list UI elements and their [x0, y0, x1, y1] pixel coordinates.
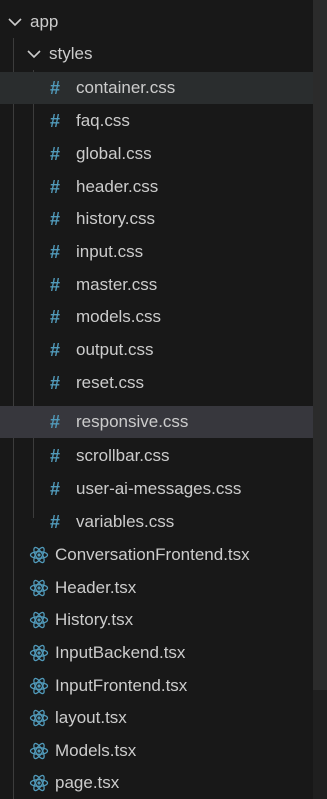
- file-label: Header.tsx: [55, 578, 137, 597]
- file-item-responsive-css[interactable]: # responsive.css: [0, 406, 313, 438]
- folder-label-styles: styles: [49, 44, 93, 63]
- file-label: page.tsx: [55, 773, 120, 792]
- react-icon: [29, 676, 49, 696]
- file-item-output-css[interactable]: # output.css: [0, 334, 313, 366]
- file-item-conversationfrontend-tsx[interactable]: ConversationFrontend.tsx: [0, 539, 313, 571]
- file-label: history.css: [76, 209, 156, 228]
- file-item-faq-css[interactable]: # faq.css: [0, 105, 313, 137]
- file-label: output.css: [76, 340, 154, 359]
- file-label: scrollbar.css: [76, 446, 170, 465]
- scrollbar-thumb[interactable]: [313, 0, 327, 690]
- chevron-down-icon: [25, 45, 43, 63]
- react-icon: [29, 708, 49, 728]
- file-item-user-ai-messages-css[interactable]: # user-ai-messages.css: [0, 473, 313, 505]
- folder-label-app: app: [30, 12, 59, 31]
- file-item-input-css[interactable]: # input.css: [0, 236, 313, 268]
- file-label: header.css: [76, 177, 159, 196]
- file-label: layout.tsx: [55, 708, 127, 727]
- hash-icon: #: [50, 372, 61, 393]
- react-icon: [29, 741, 49, 761]
- file-label: ConversationFrontend.tsx: [55, 545, 250, 564]
- file-item-variables-css[interactable]: # variables.css: [0, 506, 313, 538]
- file-item-global-css[interactable]: # global.css: [0, 138, 313, 170]
- file-label: reset.css: [76, 373, 145, 392]
- file-label: InputFrontend.tsx: [55, 676, 188, 695]
- hash-icon: #: [50, 208, 61, 229]
- hash-icon: #: [50, 241, 61, 262]
- file-item-history-tsx[interactable]: History.tsx: [0, 604, 313, 636]
- file-item-master-css[interactable]: # master.css: [0, 269, 313, 301]
- hash-icon: #: [50, 478, 61, 499]
- file-label: Models.tsx: [55, 741, 137, 760]
- file-label: container.css: [76, 78, 176, 97]
- folder-app[interactable]: app: [0, 6, 313, 38]
- file-label: faq.css: [76, 111, 130, 130]
- file-explorer: app styles # container.css # faq.css # g…: [0, 0, 327, 799]
- file-item-header-tsx[interactable]: Header.tsx: [0, 572, 313, 604]
- react-icon: [29, 643, 49, 663]
- file-item-inputbackend-tsx[interactable]: InputBackend.tsx: [0, 637, 313, 669]
- file-item-container-css[interactable]: # container.css: [0, 72, 313, 104]
- file-item-models-tsx[interactable]: Models.tsx: [0, 735, 313, 767]
- file-item-models-css[interactable]: # models.css: [0, 301, 313, 333]
- scrollbar-track[interactable]: [313, 0, 327, 799]
- file-item-reset-css[interactable]: # reset.css: [0, 367, 313, 399]
- file-item-scrollbar-css[interactable]: # scrollbar.css: [0, 440, 313, 472]
- file-label: responsive.css: [76, 412, 189, 431]
- react-icon: [29, 545, 49, 565]
- hash-icon: #: [50, 411, 61, 432]
- hash-icon: #: [50, 77, 61, 98]
- file-item-layout-tsx[interactable]: layout.tsx: [0, 702, 313, 734]
- hash-icon: #: [50, 445, 61, 466]
- hash-icon: #: [50, 143, 61, 164]
- file-item-page-tsx[interactable]: page.tsx: [0, 767, 313, 799]
- file-label: models.css: [76, 307, 162, 326]
- react-icon: [29, 610, 49, 630]
- file-item-history-css[interactable]: # history.css: [0, 203, 313, 235]
- hash-icon: #: [50, 306, 61, 327]
- file-label: master.css: [76, 275, 158, 294]
- file-label: input.css: [76, 242, 144, 261]
- chevron-down-icon: [6, 13, 24, 31]
- file-label: user-ai-messages.css: [76, 479, 242, 498]
- file-label: History.tsx: [55, 610, 134, 629]
- file-label: variables.css: [76, 512, 175, 531]
- hash-icon: #: [50, 176, 61, 197]
- hash-icon: #: [50, 274, 61, 295]
- folder-styles[interactable]: styles: [0, 38, 313, 70]
- hash-icon: #: [50, 339, 61, 360]
- file-item-header-css[interactable]: # header.css: [0, 171, 313, 203]
- react-icon: [29, 773, 49, 793]
- hash-icon: #: [50, 511, 61, 532]
- file-label: InputBackend.tsx: [55, 643, 186, 662]
- react-icon: [29, 578, 49, 598]
- hash-icon: #: [50, 110, 61, 131]
- file-label: global.css: [76, 144, 152, 163]
- file-item-inputfrontend-tsx[interactable]: InputFrontend.tsx: [0, 670, 313, 702]
